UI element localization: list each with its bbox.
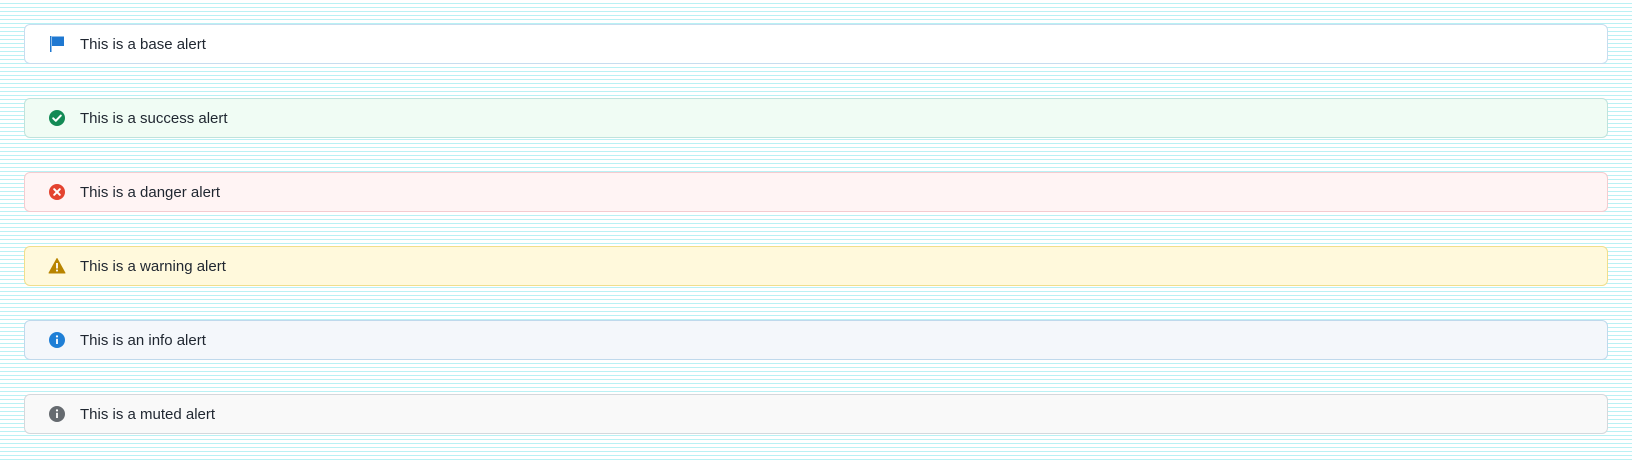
alert-danger: This is a danger alert (24, 172, 1608, 212)
info-circle-icon (48, 405, 66, 423)
check-circle-icon (48, 109, 66, 127)
alert-warning: This is a warning alert (24, 246, 1608, 286)
alert-warning-text: This is a warning alert (80, 257, 226, 275)
warning-triangle-icon (48, 257, 66, 275)
flag-icon (48, 35, 66, 53)
alert-danger-text: This is a danger alert (80, 183, 221, 201)
alert-muted: This is a muted alert (24, 394, 1608, 434)
alert-base-text: This is a base alert (80, 35, 206, 53)
alert-base: This is a base alert (24, 24, 1608, 64)
info-circle-icon (48, 331, 66, 349)
alert-success: This is a success alert (24, 98, 1608, 138)
alert-muted-text: This is a muted alert (80, 405, 216, 423)
alert-info: This is an info alert (24, 320, 1608, 360)
x-circle-icon (48, 183, 66, 201)
alert-info-text: This is an info alert (80, 331, 206, 349)
alerts-page: This is a base alert This is a success a… (0, 0, 1632, 460)
alert-success-text: This is a success alert (80, 109, 228, 127)
